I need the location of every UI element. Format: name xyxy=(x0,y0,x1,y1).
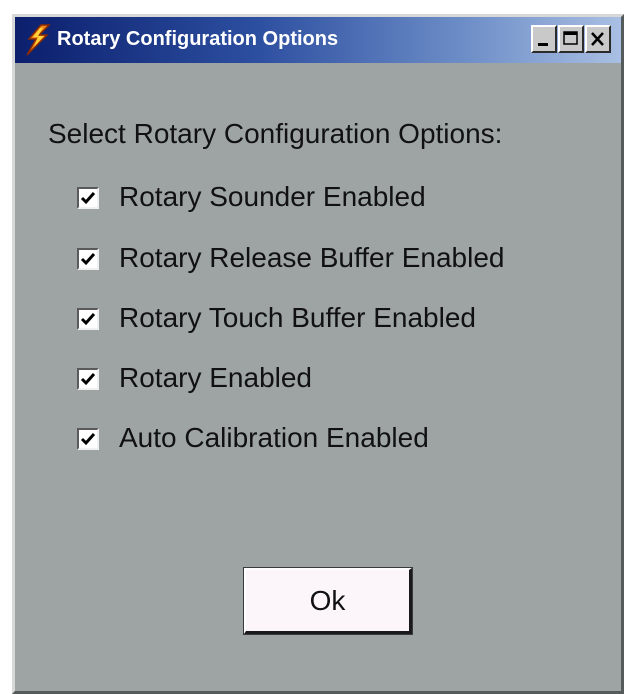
lightning-bolt-icon xyxy=(21,23,55,57)
option-label: Rotary Release Buffer Enabled xyxy=(119,242,505,273)
checkbox-rotary-touch-buffer[interactable] xyxy=(77,308,99,330)
title-bar[interactable]: Rotary Configuration Options xyxy=(15,17,621,63)
maximize-icon xyxy=(563,31,578,45)
dialog-window: Rotary Configuration Options Select Rota… xyxy=(12,14,624,694)
option-label: Auto Calibration Enabled xyxy=(119,422,429,453)
checkbox-auto-calibration[interactable] xyxy=(77,428,99,450)
checkmark-icon xyxy=(80,253,96,266)
option-label: Rotary Touch Buffer Enabled xyxy=(119,302,476,333)
close-button[interactable] xyxy=(585,25,611,53)
minimize-icon xyxy=(538,43,548,46)
ok-button[interactable]: Ok xyxy=(243,567,413,635)
window-title: Rotary Configuration Options xyxy=(57,28,339,50)
checkmark-icon xyxy=(80,373,96,386)
checkbox-rotary-sounder[interactable] xyxy=(77,187,99,209)
option-label: Rotary Enabled xyxy=(119,362,313,393)
checkmark-icon xyxy=(80,433,96,446)
checkmark-icon xyxy=(80,192,96,205)
checkbox-rotary-enabled[interactable] xyxy=(77,368,99,390)
options-prompt: Select Rotary Configuration Options: xyxy=(48,118,503,149)
close-icon xyxy=(591,32,604,46)
checkmark-icon xyxy=(80,313,96,326)
checkbox-rotary-release-buffer[interactable] xyxy=(77,248,99,270)
option-label: Rotary Sounder Enabled xyxy=(119,181,426,212)
minimize-button[interactable] xyxy=(531,25,557,53)
maximize-button[interactable] xyxy=(558,25,584,53)
